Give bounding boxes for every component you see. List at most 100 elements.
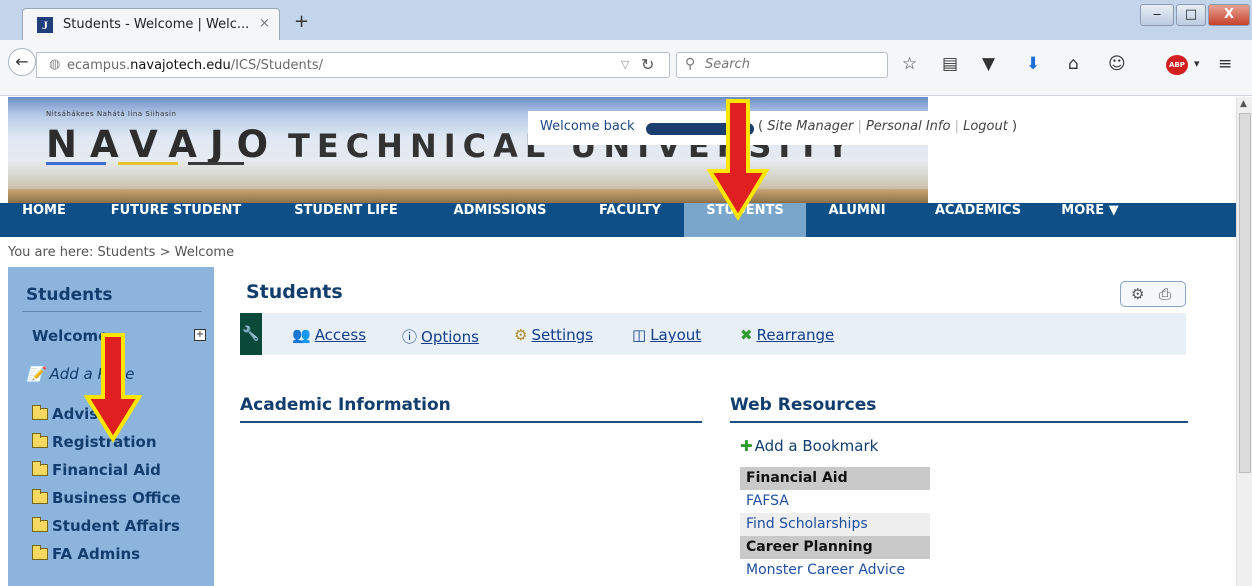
tab-close-icon[interactable]: × [259, 16, 270, 31]
site-manager-link[interactable]: Site Manager [767, 119, 853, 134]
info-icon: ⓘ [402, 328, 418, 346]
gear-icon[interactable]: ⚙ [1131, 285, 1144, 303]
sidebar-heading[interactable]: Students [26, 285, 113, 305]
adblock-icon[interactable]: ABP [1166, 55, 1188, 75]
nav-future-student[interactable]: FUTURE STUDENT [96, 203, 256, 237]
layout-icon: ◫ [632, 326, 647, 344]
web-resources-divider [730, 421, 1188, 423]
logo-underline-yellow [118, 162, 178, 165]
home-icon[interactable]: ⌂ [1068, 53, 1079, 75]
nav-more[interactable]: MORE ▼ [1052, 203, 1128, 237]
academic-information-divider [240, 421, 702, 423]
add-bookmark-label: Add a Bookmark [754, 437, 879, 455]
window-minimize-button[interactable]: ‒ [1140, 4, 1174, 26]
web-resources-header-career-planning: Career Planning [740, 536, 930, 559]
scroll-up-arrow-icon[interactable]: ▲ [1240, 99, 1247, 109]
banner-landscape [8, 189, 928, 203]
tab-title: Students - Welcome | Welc... [63, 17, 250, 32]
nav-student-life[interactable]: STUDENT LIFE [274, 203, 418, 237]
back-button[interactable]: ← [8, 48, 36, 76]
reload-icon[interactable]: ↻ [641, 55, 654, 74]
logo-underline-blue [46, 162, 106, 165]
browser-title-bar: J Students - Welcome | Welc... × + ‒ □ X [0, 0, 1252, 40]
chat-icon[interactable]: ☺ [1108, 53, 1126, 75]
nav-admissions[interactable]: ADMISSIONS [434, 203, 566, 237]
university-logo: NAVAJO [46, 123, 282, 166]
address-bar[interactable]: ◍ ecampus.navajotech.edu/ICS/Students/ ▽… [36, 52, 670, 78]
options-link[interactable]: ⓘ Options [402, 326, 479, 347]
page-toolbar: 🔧 👥 Access ⓘ Options ⚙ Settings ◫ Layout ✖ Re… [240, 313, 1186, 355]
user-links: ( Site Manager | Personal Info | Logout … [758, 119, 1018, 134]
folder-icon [32, 433, 48, 448]
downloads-icon[interactable]: ⬇ [1026, 53, 1040, 75]
folder-icon [32, 517, 48, 532]
reading-list-icon[interactable]: ▤ [942, 53, 958, 75]
url-dropdown-icon[interactable]: ▽ [621, 58, 629, 71]
rearrange-icon: ✖ [740, 326, 753, 344]
page-scrollbar[interactable]: ▲ [1236, 97, 1252, 586]
logout-link[interactable]: Logout [963, 119, 1008, 134]
sidebar-item-financial-aid[interactable]: Financial Aid [32, 461, 161, 485]
web-resources-header-financial-aid: Financial Aid [740, 467, 930, 490]
browser-tab[interactable]: J Students - Welcome | Welc... × [22, 8, 280, 40]
sidebar-divider [22, 311, 202, 312]
logo-underline-dark [188, 162, 244, 165]
browser-nav-bar: ← ◍ ecampus.navajotech.edu/ICS/Students/… [0, 40, 1252, 96]
sidebar-item-label: FA Admins [52, 545, 141, 563]
nav-academics[interactable]: ACADEMICS [916, 203, 1040, 237]
adblock-dropdown-icon[interactable]: ▾ [1194, 53, 1200, 75]
plus-icon: ✚ [740, 437, 753, 455]
window-close-button[interactable]: X [1208, 4, 1250, 26]
sidebar-item-student-affairs[interactable]: Student Affairs [32, 517, 180, 541]
breadcrumb: You are here: Students > Welcome [8, 245, 235, 260]
site-favicon-icon: J [37, 17, 53, 33]
settings-link[interactable]: ⚙ Settings [514, 326, 593, 344]
banner-tagline: Nitsáhákees Nahátá Iina Siihasin [46, 110, 177, 118]
bookmark-star-icon[interactable]: ☆ [902, 53, 917, 75]
pocket-icon[interactable]: ▼ [982, 53, 995, 75]
folder-icon [32, 461, 48, 476]
globe-icon: ◍ [49, 57, 61, 72]
nav-alumni[interactable]: ALUMNI [814, 203, 900, 237]
search-icon: ⚲ [685, 56, 696, 72]
sidebar-item-business-office[interactable]: Business Office [32, 489, 181, 513]
new-tab-button[interactable]: + [294, 11, 309, 32]
nav-faculty[interactable]: FACULTY [584, 203, 676, 237]
layout-link[interactable]: ◫ Layout [632, 326, 701, 344]
folder-icon [32, 405, 48, 420]
print-icon[interactable]: ⎙ [1159, 285, 1171, 303]
search-box[interactable]: ⚲ [676, 52, 888, 78]
find-scholarships-link[interactable]: Find Scholarships [740, 513, 930, 536]
back-arrow-icon: ← [15, 52, 29, 71]
search-input[interactable] [705, 57, 875, 72]
expand-icon[interactable]: + [194, 329, 206, 341]
sidebar-item-label: Financial Aid [52, 461, 161, 479]
academic-information-heading: Academic Information [240, 395, 451, 415]
folder-icon [32, 545, 48, 560]
page-title: Students [246, 281, 343, 303]
web-resources-heading: Web Resources [730, 395, 877, 415]
page-content: Nitsáhákees Nahátá Iina Siihasin NAVAJO … [0, 97, 1236, 586]
window-maximize-button[interactable]: □ [1176, 4, 1206, 26]
fafsa-link[interactable]: FAFSA [740, 490, 930, 513]
folder-icon [32, 489, 48, 504]
sidebar-item-label: Business Office [52, 489, 181, 507]
personal-info-link[interactable]: Personal Info [866, 119, 950, 134]
monster-career-advice-link[interactable]: Monster Career Advice [740, 559, 930, 582]
access-link[interactable]: 👥 Access [292, 326, 366, 344]
sidebar-item-label: Student Affairs [52, 517, 180, 535]
nav-home[interactable]: HOME [14, 203, 74, 237]
annotation-arrow-down-registration [84, 333, 142, 443]
rearrange-link[interactable]: ✖ Rearrange [740, 326, 834, 344]
sidebar-item-fa-admins[interactable]: FA Admins [32, 545, 140, 569]
main-navigation: HOME FUTURE STUDENT STUDENT LIFE ADMISSI… [0, 203, 1236, 237]
scrollbar-thumb[interactable] [1239, 113, 1251, 473]
wrench-icon[interactable]: 🔧 [240, 313, 262, 355]
welcome-box: Welcome back ( Site Manager | Personal I… [528, 111, 1038, 145]
add-bookmark-link[interactable]: ✚ Add a Bookmark [740, 437, 878, 455]
url-text: ecampus.navajotech.edu/ICS/Students/ [67, 58, 323, 73]
add-page-icon: 📝 [26, 365, 45, 383]
annotation-arrow-down-students [706, 99, 770, 221]
menu-icon[interactable]: ≡ [1218, 53, 1232, 75]
users-icon: 👥 [292, 326, 311, 344]
